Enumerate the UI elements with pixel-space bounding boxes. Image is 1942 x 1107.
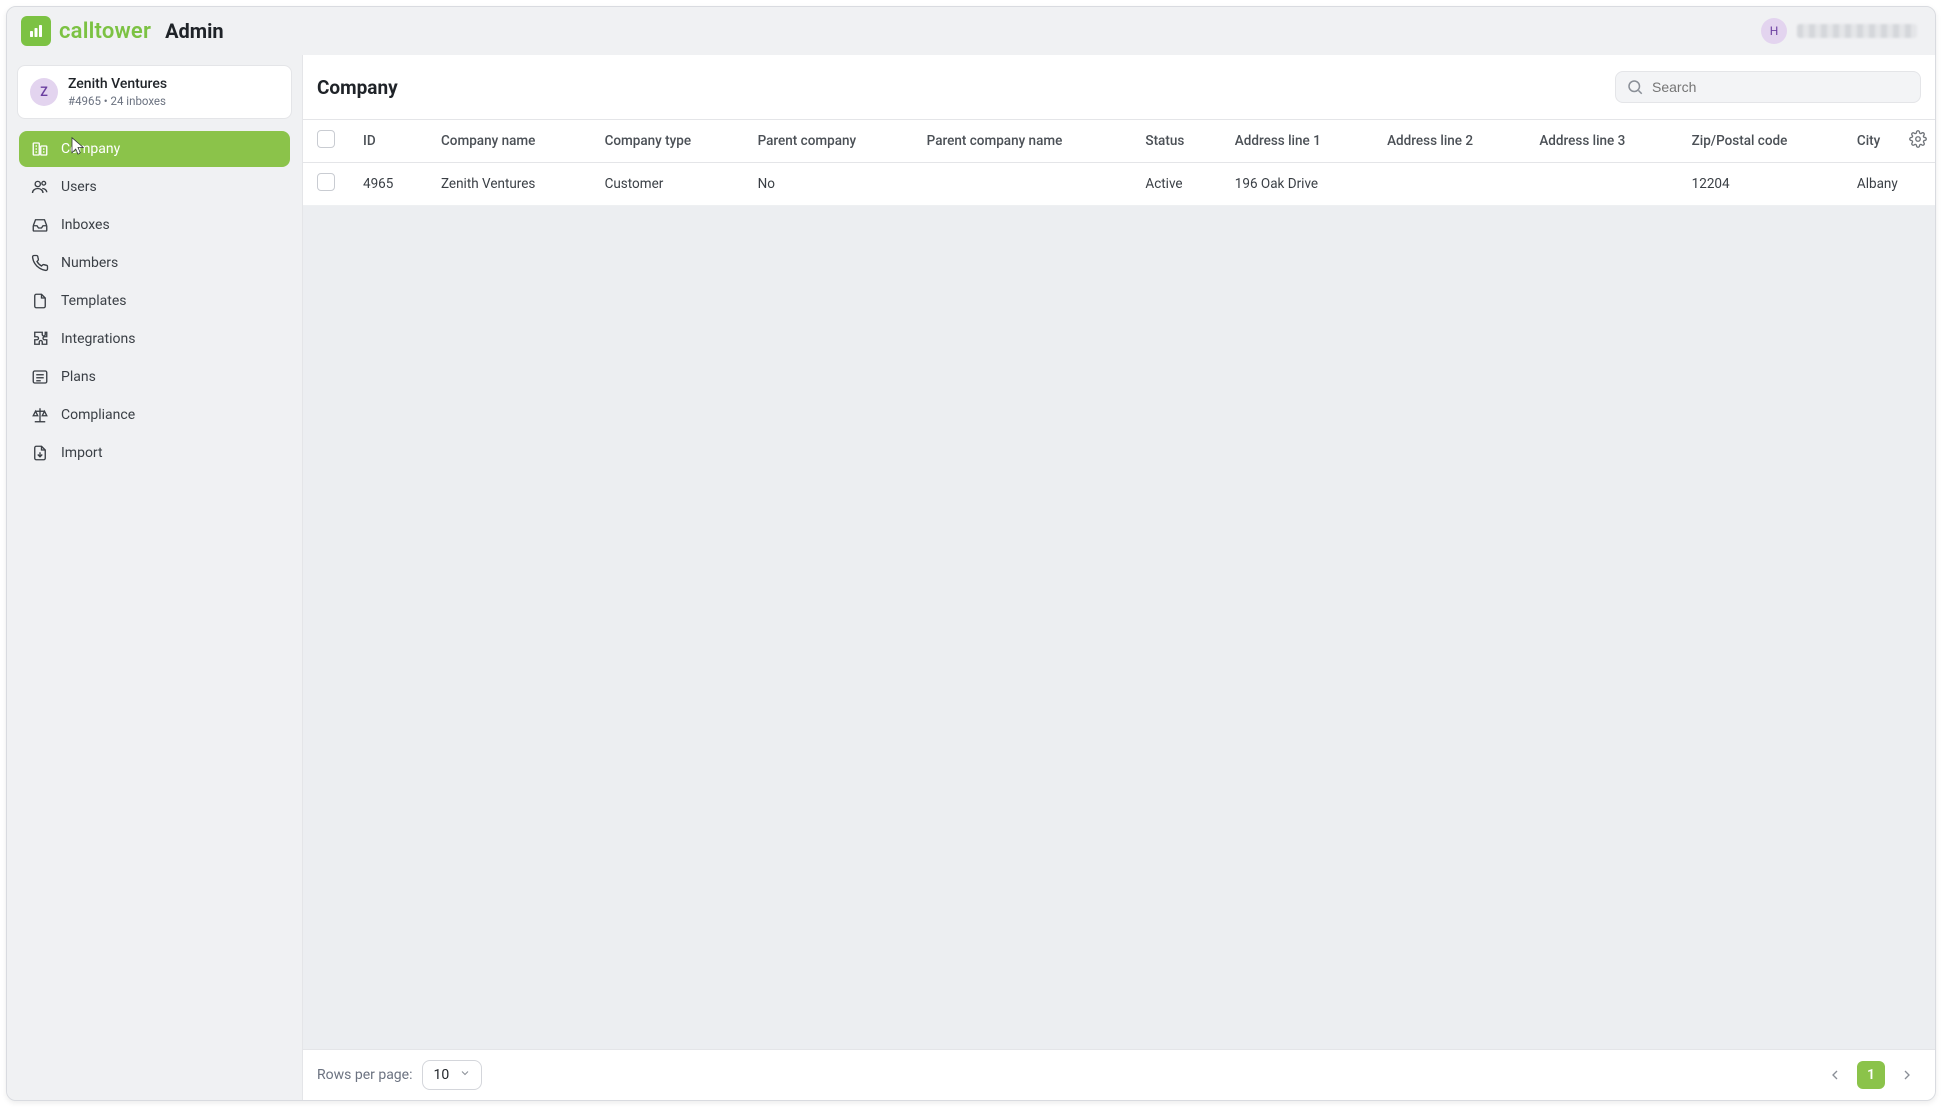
column-header[interactable]: Address line 3 <box>1525 120 1677 163</box>
app-window: calltower Admin H Z Zenith Ventures #496… <box>6 6 1936 1101</box>
table-row[interactable]: 4965Zenith VenturesCustomerNo Active196 O… <box>303 163 1935 206</box>
sidebar-item-label: Compliance <box>61 407 135 423</box>
column-header[interactable]: Zip/Postal code <box>1678 120 1843 163</box>
brand-chip[interactable]: calltower <box>21 16 151 46</box>
row-checkbox-cell <box>303 163 349 206</box>
search-icon <box>1626 78 1644 96</box>
balance-icon <box>31 406 49 424</box>
prev-page-button[interactable] <box>1821 1061 1849 1089</box>
page-header: Company <box>303 55 1935 120</box>
cell-address1: 196 Oak Drive <box>1221 163 1373 206</box>
brand-area: calltower Admin <box>21 16 224 46</box>
list-icon <box>31 368 49 386</box>
table-footer: Rows per page: 10 1 <box>303 1049 1935 1100</box>
cell-city: Albany <box>1843 163 1935 206</box>
next-page-button[interactable] <box>1893 1061 1921 1089</box>
sidebar: Z Zenith Ventures #4965 • 24 inboxes Com… <box>7 55 303 1100</box>
puzzle-icon <box>31 330 49 348</box>
sidebar-item-label: Templates <box>61 293 127 309</box>
brand-name: calltower <box>59 19 151 44</box>
account-avatar: Z <box>30 78 58 106</box>
sidebar-item-company[interactable]: Company <box>19 131 290 167</box>
footer-left: Rows per page: 10 <box>317 1060 482 1090</box>
cell-address2 <box>1373 163 1525 206</box>
users-icon <box>31 178 49 196</box>
account-card[interactable]: Z Zenith Ventures #4965 • 24 inboxes <box>17 65 292 119</box>
cell-parent_company: No <box>744 163 913 206</box>
company-table: IDCompany nameCompany typeParent company… <box>303 120 1935 206</box>
cell-parent_company_name <box>913 163 1132 206</box>
search-input-wrap[interactable] <box>1615 71 1921 103</box>
sidebar-item-label: Plans <box>61 369 96 385</box>
cell-company_type: Customer <box>591 163 744 206</box>
column-header[interactable]: ID <box>349 120 427 163</box>
sidebar-item-integrations[interactable]: Integrations <box>19 321 290 357</box>
page-title: Company <box>317 76 398 99</box>
body: Z Zenith Ventures #4965 • 24 inboxes Com… <box>7 55 1935 1100</box>
sidebar-item-label: Inboxes <box>61 217 110 233</box>
topbar-right: H <box>1761 18 1917 44</box>
rows-per-page-select[interactable]: 10 <box>422 1060 482 1090</box>
column-header[interactable]: Address line 2 <box>1373 120 1525 163</box>
chevron-down-icon <box>459 1067 471 1083</box>
user-name-redacted <box>1797 24 1917 38</box>
app-title: Admin <box>165 19 224 43</box>
column-header[interactable]: Company type <box>591 120 744 163</box>
sidebar-item-users[interactable]: Users <box>19 169 290 205</box>
column-header[interactable]: Status <box>1131 120 1220 163</box>
select-all-checkbox[interactable] <box>317 130 335 148</box>
cell-status: Active <box>1131 163 1220 206</box>
cell-id: 4965 <box>349 163 427 206</box>
inbox-icon <box>31 216 49 234</box>
pagination: 1 <box>1821 1061 1921 1089</box>
account-name: Zenith Ventures <box>68 76 167 92</box>
sidebar-item-label: Company <box>61 141 120 157</box>
brand-logo-icon <box>21 16 51 46</box>
row-checkbox[interactable] <box>317 173 335 191</box>
import-icon <box>31 444 49 462</box>
main: Company IDCompany nameC <box>303 55 1935 1100</box>
header-checkbox-cell <box>303 120 349 163</box>
column-settings-button[interactable] <box>1909 130 1927 148</box>
sidebar-item-import[interactable]: Import <box>19 435 290 471</box>
document-icon <box>31 292 49 310</box>
business-icon <box>31 140 49 158</box>
search-input[interactable] <box>1652 79 1910 95</box>
column-header[interactable]: Parent company name <box>913 120 1132 163</box>
sidebar-item-label: Integrations <box>61 331 135 347</box>
sidebar-item-label: Users <box>61 179 97 195</box>
sidebar-item-label: Numbers <box>61 255 118 271</box>
table-area: IDCompany nameCompany typeParent company… <box>303 120 1935 206</box>
cell-company_name: Zenith Ventures <box>427 163 591 206</box>
page-number-current[interactable]: 1 <box>1857 1061 1885 1089</box>
sidebar-item-compliance[interactable]: Compliance <box>19 397 290 433</box>
rows-per-page-value: 10 <box>433 1067 449 1083</box>
sidebar-item-templates[interactable]: Templates <box>19 283 290 319</box>
empty-space <box>303 206 1935 1049</box>
sidebar-nav: Company Users Inboxes Numbers Templates Integ… <box>17 131 292 471</box>
account-meta: #4965 • 24 inboxes <box>68 94 167 108</box>
phone-icon <box>31 254 49 272</box>
user-avatar[interactable]: H <box>1761 18 1787 44</box>
column-header[interactable]: Company name <box>427 120 591 163</box>
sidebar-item-numbers[interactable]: Numbers <box>19 245 290 281</box>
column-header[interactable]: Address line 1 <box>1221 120 1373 163</box>
cell-zip: 12204 <box>1678 163 1843 206</box>
sidebar-item-plans[interactable]: Plans <box>19 359 290 395</box>
cell-address3 <box>1525 163 1677 206</box>
rows-per-page-label: Rows per page: <box>317 1067 412 1083</box>
column-header[interactable]: Parent company <box>744 120 913 163</box>
sidebar-item-inboxes[interactable]: Inboxes <box>19 207 290 243</box>
sidebar-item-label: Import <box>61 445 103 461</box>
topbar: calltower Admin H <box>7 7 1935 55</box>
table-scroll[interactable]: IDCompany nameCompany typeParent company… <box>303 120 1935 206</box>
